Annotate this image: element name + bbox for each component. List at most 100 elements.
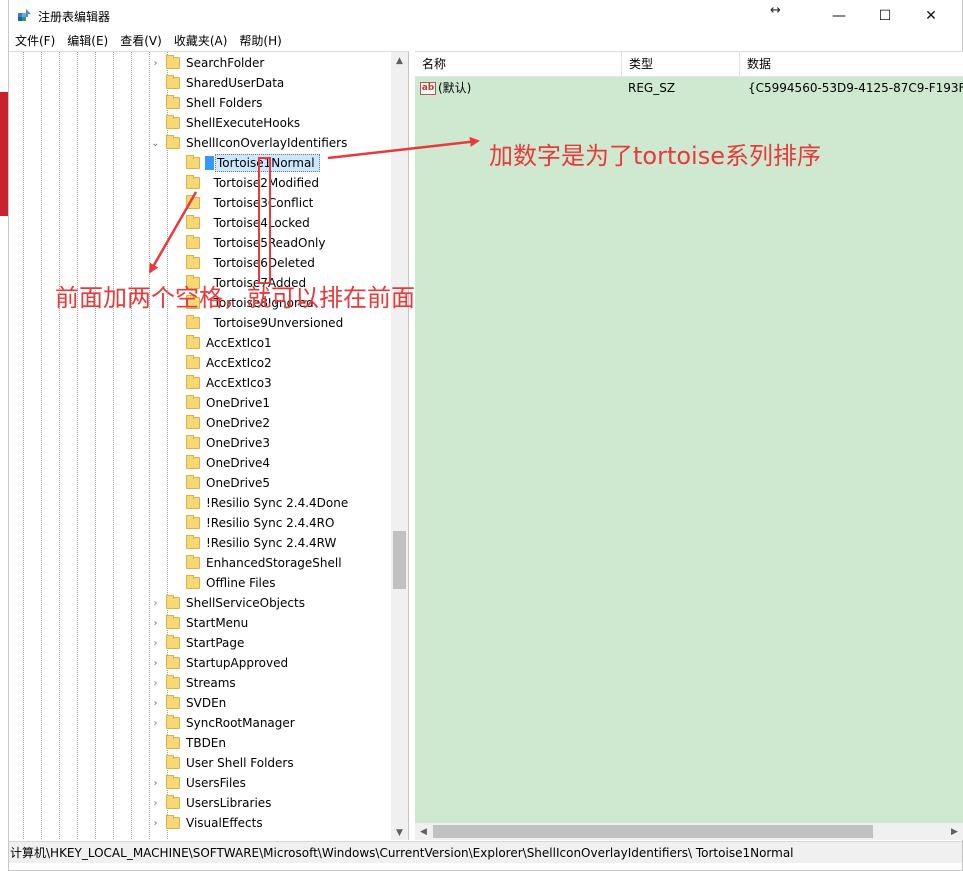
title-bar[interactable]: 注册表编辑器 ↔ — ☐ ✕ xyxy=(9,0,962,31)
tree-item[interactable]: Tortoise6Deleted xyxy=(186,253,316,273)
chevron-right-icon[interactable]: › xyxy=(151,593,160,613)
tree-item[interactable]: › StartPage xyxy=(154,633,245,653)
tree-item[interactable]: Tortoise4Locked xyxy=(186,213,311,233)
tree-vertical-scrollbar[interactable]: ▲ ▼ xyxy=(391,52,408,840)
folder-icon xyxy=(166,115,180,129)
menu-file[interactable]: 文件(F) xyxy=(9,31,61,51)
column-type[interactable]: 类型 xyxy=(622,52,740,77)
folder-icon xyxy=(166,735,180,749)
tree-item[interactable]: › Streams xyxy=(154,673,237,693)
value-type: REG_SZ xyxy=(628,81,676,95)
tree-item[interactable]: OneDrive1 xyxy=(186,393,271,413)
tree-item[interactable]: SharedUserData xyxy=(166,73,285,93)
tree-item[interactable]: ShellExecuteHooks xyxy=(166,113,301,133)
menu-edit[interactable]: 编辑(E) xyxy=(61,31,114,51)
tree-item[interactable]: › StartupApproved xyxy=(154,653,289,673)
tree-item[interactable]: !Resilio Sync 2.4.4RO xyxy=(186,513,335,533)
tree-item[interactable]: › VisualEffects xyxy=(154,813,264,833)
tree-item[interactable]: OneDrive2 xyxy=(186,413,271,433)
tree-item-label: OneDrive2 xyxy=(206,416,271,430)
tree-item[interactable]: AccExtIco1 xyxy=(186,333,273,353)
tree-item[interactable]: › SearchFolder xyxy=(154,53,265,73)
tree-guide-line xyxy=(23,52,24,840)
menu-view[interactable]: 查看(V) xyxy=(114,31,168,51)
chevron-right-icon[interactable]: › xyxy=(151,693,160,713)
chevron-right-icon[interactable]: › xyxy=(151,673,160,693)
tree-item[interactable]: ⌄ ShellIconOverlayIdentifiers xyxy=(151,133,348,153)
tree-item-label: UsersLibraries xyxy=(186,796,272,810)
chevron-right-icon[interactable]: › xyxy=(151,813,160,833)
maximize-button[interactable]: ☐ xyxy=(862,0,908,31)
close-icon: ✕ xyxy=(925,7,937,24)
annotation-spaces-note: 前面加两个空格，就可以排在前面 xyxy=(55,284,415,312)
folder-icon xyxy=(166,635,180,649)
tree-item-label: Tortoise3Conflict xyxy=(206,196,314,210)
tree-item[interactable]: User Shell Folders xyxy=(166,753,295,773)
key-tree-pane[interactable]: ▲ ▼ › SearchFolder SharedUserData Shell Fol… xyxy=(9,51,409,840)
window-title: 注册表编辑器 xyxy=(38,10,111,24)
scroll-left-icon[interactable]: ◀ xyxy=(415,823,432,840)
chevron-right-icon[interactable]: › xyxy=(151,633,160,653)
tree-item-label: Tortoise2Modified xyxy=(206,176,320,190)
tree-item[interactable]: OneDrive4 xyxy=(186,453,271,473)
tree-item[interactable]: › UsersLibraries xyxy=(154,793,272,813)
folder-icon xyxy=(186,415,200,429)
menu-favorites[interactable]: 收藏夹(A) xyxy=(168,31,234,51)
scroll-up-icon[interactable]: ▲ xyxy=(391,52,408,69)
tree-item[interactable]: AccExtIco2 xyxy=(186,353,273,373)
value-name: (默认) xyxy=(438,81,472,95)
chevron-right-icon[interactable]: › xyxy=(151,53,160,73)
list-item[interactable]: ab (默认) REG_SZ {C5994560-53D9-4125-87C9-F… xyxy=(415,78,963,98)
tree-item[interactable]: EnhancedStorageShell xyxy=(186,553,343,573)
tree-scroll-thumb[interactable] xyxy=(393,531,406,589)
list-scroll-thumb[interactable] xyxy=(433,825,873,838)
folder-icon xyxy=(166,715,180,729)
text-cursor-icon xyxy=(205,156,214,170)
menu-help[interactable]: 帮助(H) xyxy=(233,31,287,51)
chevron-right-icon[interactable]: › xyxy=(151,653,160,673)
tree-item[interactable]: Tortoise1Normal xyxy=(186,153,320,173)
minimize-icon: — xyxy=(832,7,846,24)
tree-item[interactable]: TBDEn xyxy=(166,733,227,753)
tree-item[interactable]: !Resilio Sync 2.4.4Done xyxy=(186,493,349,513)
list-horizontal-scrollbar[interactable]: ◀ ▶ xyxy=(415,823,963,840)
column-name[interactable]: 名称 xyxy=(415,52,622,77)
folder-icon xyxy=(186,535,200,549)
chevron-right-icon[interactable]: › xyxy=(151,613,160,633)
tree-item[interactable]: Tortoise9Unversioned xyxy=(186,313,344,333)
tree-item-label: Tortoise6Deleted xyxy=(206,256,315,270)
tree-item[interactable]: › ShellServiceObjects xyxy=(154,593,306,613)
tree-item-label: Tortoise9Unversioned xyxy=(206,316,344,330)
tree-item-label: Tortoise5ReadOnly xyxy=(206,236,326,250)
tree-item-label: Streams xyxy=(186,676,236,690)
chevron-right-icon[interactable]: › xyxy=(151,713,160,733)
folder-icon xyxy=(166,755,180,769)
chevron-down-icon[interactable]: ⌄ xyxy=(151,133,160,153)
tree-item[interactable]: Offline Files xyxy=(186,573,277,593)
tree-item-label: StartupApproved xyxy=(186,656,289,670)
minimize-button[interactable]: — xyxy=(816,0,862,31)
folder-icon xyxy=(166,675,180,689)
scroll-down-icon[interactable]: ▼ xyxy=(391,824,408,840)
column-data[interactable]: 数据 xyxy=(740,52,963,77)
tree-item[interactable]: › SyncRootManager xyxy=(154,713,296,733)
tree-item[interactable]: › UsersFiles xyxy=(154,773,247,793)
tree-item[interactable]: › SVDEn xyxy=(154,693,227,713)
folder-icon xyxy=(166,695,180,709)
tree-item[interactable]: OneDrive3 xyxy=(186,433,271,453)
scroll-right-icon[interactable]: ▶ xyxy=(946,823,963,840)
tree-item[interactable]: Tortoise3Conflict xyxy=(186,193,314,213)
tree-item[interactable]: Tortoise2Modified xyxy=(186,173,320,193)
tree-item[interactable]: Tortoise5ReadOnly xyxy=(186,233,326,253)
tree-item-label: OneDrive1 xyxy=(206,396,271,410)
chevron-right-icon[interactable]: › xyxy=(151,773,160,793)
tree-item[interactable]: › StartMenu xyxy=(154,613,249,633)
chevron-right-icon[interactable]: › xyxy=(151,793,160,813)
tree-item[interactable]: !Resilio Sync 2.4.4RW xyxy=(186,533,337,553)
tree-item[interactable]: OneDrive5 xyxy=(186,473,271,493)
folder-icon xyxy=(186,195,200,209)
tree-item[interactable]: Shell Folders xyxy=(166,93,263,113)
folder-icon xyxy=(166,655,180,669)
tree-item[interactable]: AccExtIco3 xyxy=(186,373,273,393)
close-button[interactable]: ✕ xyxy=(908,0,954,31)
